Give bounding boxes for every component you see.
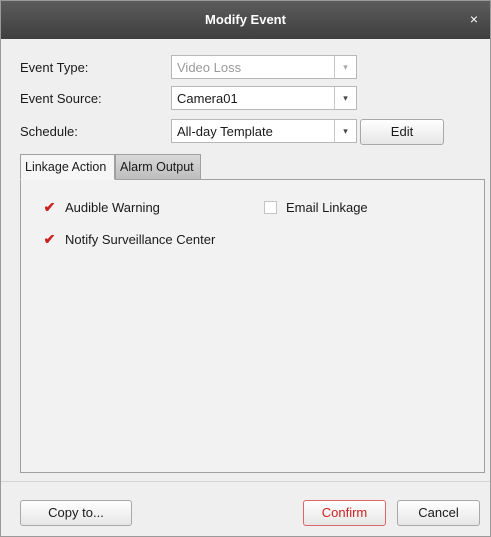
- modify-event-dialog: Modify Event × Event Type: Video Loss ▾ …: [0, 0, 491, 537]
- copy-to-button[interactable]: Copy to...: [20, 500, 132, 526]
- schedule-label: Schedule:: [20, 124, 78, 139]
- notify-center-label: Notify Surveillance Center: [65, 232, 216, 247]
- confirm-button[interactable]: Confirm: [303, 500, 386, 526]
- event-source-select[interactable]: Camera01 ▾: [171, 86, 357, 110]
- dialog-titlebar[interactable]: Modify Event ×: [1, 1, 490, 39]
- event-type-select: Video Loss ▾: [171, 55, 357, 79]
- event-source-label: Event Source:: [20, 91, 102, 106]
- unchecked-box-icon: [264, 201, 277, 214]
- linkage-action-panel: ✔ Audible Warning Email Linkage ✔ Notify…: [20, 179, 485, 473]
- tab-alarm-output[interactable]: Alarm Output: [115, 154, 201, 180]
- footer-divider: [1, 481, 490, 482]
- checkmark-icon: ✔: [43, 231, 56, 247]
- email-linkage-checkbox[interactable]: Email Linkage: [264, 200, 368, 215]
- schedule-select[interactable]: All-day Template ▾: [171, 119, 357, 143]
- cancel-button[interactable]: Cancel: [397, 500, 480, 526]
- close-icon[interactable]: ×: [466, 10, 482, 28]
- dialog-title: Modify Event: [205, 12, 286, 27]
- schedule-value: All-day Template: [177, 124, 273, 139]
- tab-linkage-action[interactable]: Linkage Action: [20, 154, 115, 180]
- chevron-down-icon[interactable]: ▾: [334, 87, 356, 109]
- chevron-down-icon[interactable]: ▾: [334, 120, 356, 142]
- audible-warning-label: Audible Warning: [65, 200, 160, 215]
- checkmark-icon: ✔: [43, 199, 56, 215]
- email-linkage-label: Email Linkage: [286, 200, 368, 215]
- notify-center-checkbox[interactable]: ✔ Notify Surveillance Center: [43, 231, 216, 247]
- audible-warning-checkbox[interactable]: ✔ Audible Warning: [43, 199, 160, 215]
- chevron-down-icon: ▾: [334, 56, 356, 78]
- event-type-value: Video Loss: [177, 60, 242, 75]
- event-type-label: Event Type:: [20, 60, 89, 75]
- edit-schedule-button[interactable]: Edit: [360, 119, 444, 145]
- event-source-value: Camera01: [177, 91, 238, 106]
